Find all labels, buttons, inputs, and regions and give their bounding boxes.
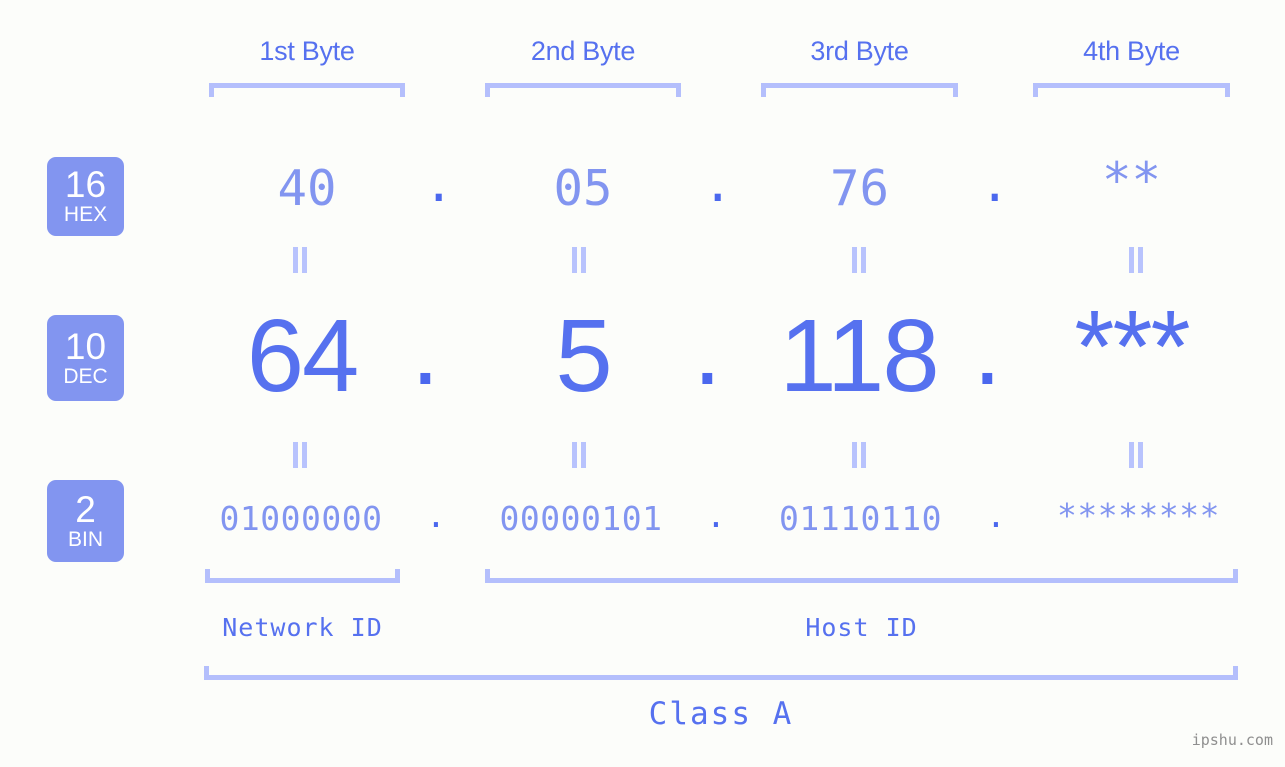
base-badge-dec-name: DEC [63, 364, 108, 388]
base-badge-dec-number: 10 [64, 325, 107, 367]
base-badge-bin-name: BIN [67, 527, 103, 551]
network-id-bracket [205, 569, 400, 583]
bin-byte-1: 01000000 [219, 499, 383, 538]
byte-header-2: 2nd Byte [530, 36, 636, 66]
byte-bracket-3 [761, 83, 958, 97]
base-badge-hex[interactable]: 16 HEX [47, 157, 124, 236]
base-badge-bin-number: 2 [75, 488, 96, 530]
dec-byte-4: *** [1074, 289, 1190, 404]
byte-header-4: 4th Byte [1083, 36, 1180, 66]
bin-separator-1: . [426, 496, 446, 535]
host-id-label: Host ID [805, 613, 918, 642]
equals-mark-hex-dec-1 [292, 247, 308, 273]
byte-bracket-4 [1033, 83, 1230, 97]
equals-mark-dec-bin-4 [1128, 442, 1144, 468]
hex-separator-1: . [424, 156, 454, 213]
equals-mark-hex-dec-3 [851, 247, 867, 273]
bin-byte-2: 00000101 [499, 499, 663, 538]
class-bracket [204, 666, 1238, 680]
equals-mark-dec-bin-3 [851, 442, 867, 468]
bin-separator-2: . [706, 496, 726, 535]
byte-header-3: 3rd Byte [810, 36, 909, 66]
equals-mark-dec-bin-1 [292, 442, 308, 468]
hex-byte-2: 05 [553, 160, 613, 217]
base-badge-hex-number: 16 [64, 164, 107, 205]
ip-byte-breakdown-diagram: 1st Byte 2nd Byte 3rd Byte 4th Byte 16 H… [0, 0, 1285, 767]
bin-byte-4: ******** [1057, 496, 1220, 535]
dec-separator-3: . [973, 291, 1002, 406]
equals-mark-hex-dec-2 [571, 247, 587, 273]
equals-mark-dec-bin-2 [571, 442, 587, 468]
hex-separator-2: . [703, 156, 733, 213]
byte-header-1: 1st Byte [259, 36, 355, 66]
equals-mark-hex-dec-4 [1128, 247, 1144, 273]
class-label: Class A [648, 696, 794, 732]
dec-byte-1: 64 [246, 298, 360, 413]
dec-byte-2: 5 [555, 298, 612, 413]
base-badge-hex-name: HEX [63, 203, 108, 226]
network-id-label: Network ID [222, 613, 383, 642]
byte-bracket-2 [485, 83, 681, 97]
hex-byte-4: ** [1101, 152, 1161, 209]
hex-byte-3: 76 [829, 160, 889, 217]
dec-separator-2: . [693, 291, 722, 406]
bin-byte-3: 01110110 [779, 499, 942, 538]
base-badge-dec[interactable]: 10 DEC [47, 315, 124, 401]
site-watermark: ipshu.com [1191, 731, 1273, 749]
host-id-bracket [485, 569, 1238, 583]
byte-bracket-1 [209, 83, 405, 97]
dec-separator-1: . [411, 291, 440, 406]
hex-separator-3: . [980, 156, 1010, 213]
base-badge-bin[interactable]: 2 BIN [47, 480, 124, 562]
dec-byte-3: 118 [779, 298, 939, 413]
hex-byte-1: 40 [277, 160, 337, 217]
bin-separator-3: . [986, 496, 1006, 535]
